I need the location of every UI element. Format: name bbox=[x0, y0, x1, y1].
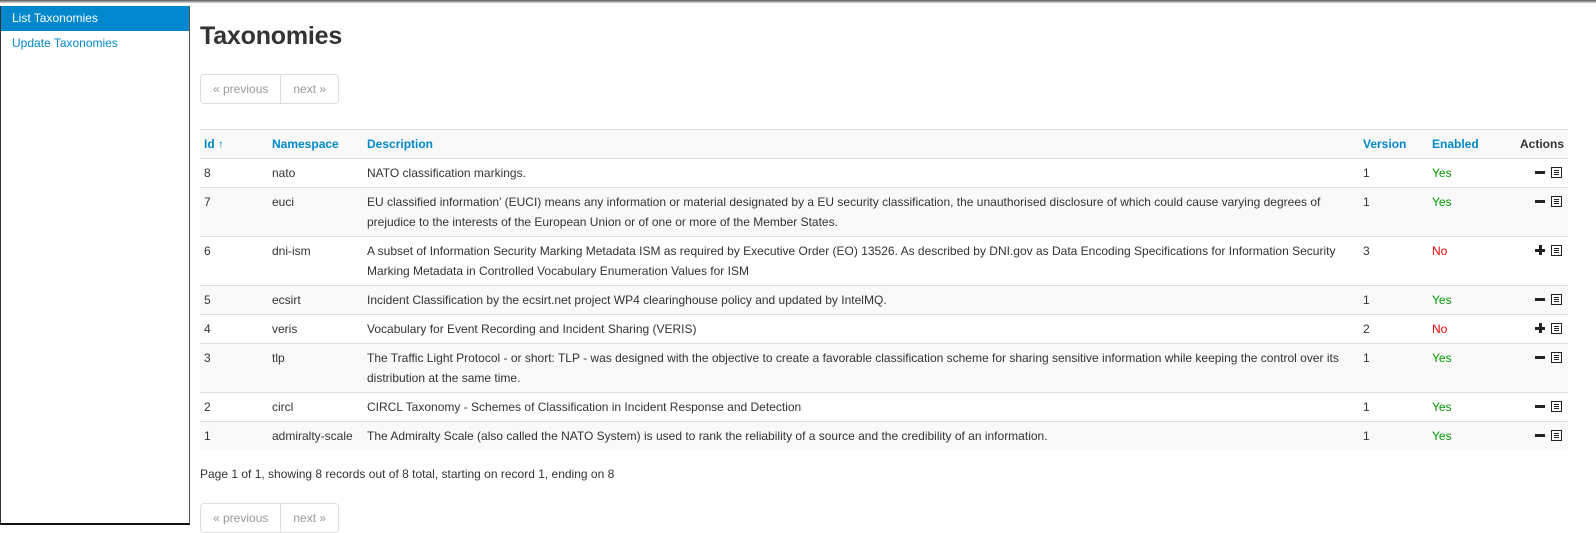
cell-actions bbox=[1496, 188, 1568, 237]
cell-enabled: Yes bbox=[1432, 166, 1452, 180]
cell-enabled: Yes bbox=[1432, 400, 1452, 414]
cell-version: 1 bbox=[1363, 351, 1370, 365]
disable-minus-icon[interactable] bbox=[1535, 356, 1545, 360]
taxonomies-table: Id ↑ Namespace Description Version Enabl… bbox=[200, 129, 1568, 450]
cell-description: The Traffic Light Protocol - or short: T… bbox=[367, 351, 1339, 385]
disable-minus-icon[interactable] bbox=[1535, 405, 1545, 409]
column-header-id[interactable]: Id ↑ bbox=[200, 129, 268, 159]
table-row: 5 ecsirt Incident Classification by the ec… bbox=[200, 285, 1568, 315]
cell-id: 4 bbox=[204, 322, 211, 336]
cell-actions bbox=[1496, 422, 1568, 451]
cell-id: 6 bbox=[204, 244, 211, 258]
table-row: 2 circl CIRCL Taxonomy - Schemes of Classi… bbox=[200, 393, 1568, 422]
next-page-button-bottom[interactable]: next » bbox=[280, 504, 339, 532]
sidebar-item-update-taxonomies[interactable]: Update Taxonomies bbox=[1, 31, 189, 56]
cell-description: A subset of Information Security Marking… bbox=[367, 244, 1336, 278]
column-header-namespace[interactable]: Namespace bbox=[268, 129, 363, 159]
cell-enabled: Yes bbox=[1432, 351, 1452, 365]
column-header-actions: Actions bbox=[1496, 129, 1568, 159]
cell-enabled: Yes bbox=[1432, 195, 1452, 209]
previous-page-button[interactable]: « previous bbox=[201, 75, 281, 103]
cell-description: NATO classification markings. bbox=[367, 166, 526, 180]
cell-namespace: ecsirt bbox=[272, 293, 301, 307]
table-row: 4 veris Vocabulary for Event Recording and… bbox=[200, 315, 1568, 344]
cell-namespace: admiralty-scale bbox=[272, 429, 353, 443]
column-header-version[interactable]: Version bbox=[1359, 129, 1428, 159]
cell-actions bbox=[1496, 286, 1568, 315]
cell-id: 2 bbox=[204, 400, 211, 414]
cell-namespace: dni-ism bbox=[272, 244, 311, 258]
table-row: 6 dni-ism A subset of Information Security… bbox=[200, 237, 1568, 286]
cell-description: Vocabulary for Event Recording and Incid… bbox=[367, 322, 697, 336]
cell-actions bbox=[1496, 159, 1568, 188]
enable-plus-icon[interactable] bbox=[1535, 245, 1545, 256]
disable-minus-icon[interactable] bbox=[1535, 298, 1545, 302]
cell-id: 8 bbox=[204, 166, 211, 180]
cell-enabled: No bbox=[1432, 322, 1448, 336]
cell-id: 5 bbox=[204, 293, 211, 307]
pagination-top: « previous next » bbox=[200, 74, 340, 104]
view-list-icon[interactable] bbox=[1551, 166, 1562, 178]
pagination-status: Page 1 of 1, showing 8 records out of 8 … bbox=[200, 467, 615, 481]
page-title: Taxonomies bbox=[200, 22, 343, 50]
previous-page-button-bottom[interactable]: « previous bbox=[201, 504, 281, 532]
view-list-icon[interactable] bbox=[1551, 351, 1562, 363]
view-list-icon[interactable] bbox=[1551, 429, 1562, 441]
enable-plus-icon[interactable] bbox=[1535, 323, 1545, 334]
cell-description: EU classified information’ (EUCI) means … bbox=[367, 195, 1321, 229]
cell-id: 3 bbox=[204, 351, 211, 365]
cell-version: 1 bbox=[1363, 166, 1370, 180]
sidebar-item-list-taxonomies[interactable]: List Taxonomies bbox=[1, 6, 189, 31]
disable-minus-icon[interactable] bbox=[1535, 171, 1545, 175]
table-row: 8 nato NATO classification markings. 1 Yes bbox=[200, 159, 1568, 188]
cell-namespace: circl bbox=[272, 400, 294, 414]
cell-enabled: No bbox=[1432, 244, 1448, 258]
column-header-description[interactable]: Description bbox=[363, 129, 1359, 159]
cell-namespace: euci bbox=[272, 195, 295, 209]
cell-enabled: Yes bbox=[1432, 293, 1452, 307]
sidebar: List Taxonomies Update Taxonomies bbox=[0, 6, 190, 525]
cell-version: 1 bbox=[1363, 195, 1370, 209]
view-list-icon[interactable] bbox=[1551, 322, 1562, 334]
table-row: 1 admiralty-scale The Admiralty Scale (als… bbox=[200, 421, 1568, 451]
cell-namespace: nato bbox=[272, 166, 296, 180]
column-header-enabled[interactable]: Enabled bbox=[1428, 129, 1496, 159]
pagination-bottom: « previous next » bbox=[200, 503, 340, 533]
cell-actions bbox=[1496, 344, 1568, 393]
cell-version: 2 bbox=[1363, 322, 1370, 336]
main-content: Taxonomies « previous next » Id ↑ Namesp… bbox=[200, 0, 1568, 533]
view-list-icon[interactable] bbox=[1551, 400, 1562, 412]
view-list-icon[interactable] bbox=[1551, 195, 1562, 207]
cell-actions bbox=[1496, 237, 1568, 286]
table-row: 3 tlp The Traffic Light Protocol - or shor… bbox=[200, 343, 1568, 393]
cell-id: 7 bbox=[204, 195, 211, 209]
cell-id: 1 bbox=[204, 429, 211, 443]
cell-namespace: veris bbox=[272, 322, 298, 336]
cell-description: Incident Classification by the ecsirt.ne… bbox=[367, 293, 887, 307]
cell-namespace: tlp bbox=[272, 351, 285, 365]
cell-description: CIRCL Taxonomy - Schemes of Classificati… bbox=[367, 400, 802, 414]
view-list-icon[interactable] bbox=[1551, 244, 1562, 256]
cell-actions bbox=[1496, 315, 1568, 344]
cell-enabled: Yes bbox=[1432, 429, 1452, 443]
disable-minus-icon[interactable] bbox=[1535, 200, 1545, 204]
cell-version: 1 bbox=[1363, 400, 1370, 414]
cell-version: 3 bbox=[1363, 244, 1370, 258]
disable-minus-icon[interactable] bbox=[1535, 434, 1545, 438]
table-header-row: Id ↑ Namespace Description Version Enabl… bbox=[200, 129, 1568, 159]
table-row: 7 euci EU classified information’ (EUCI) m… bbox=[200, 187, 1568, 237]
next-page-button[interactable]: next » bbox=[280, 75, 339, 103]
cell-version: 1 bbox=[1363, 429, 1370, 443]
view-list-icon[interactable] bbox=[1551, 293, 1562, 305]
cell-actions bbox=[1496, 393, 1568, 422]
cell-description: The Admiralty Scale (also called the NAT… bbox=[367, 429, 1048, 443]
cell-version: 1 bbox=[1363, 293, 1370, 307]
